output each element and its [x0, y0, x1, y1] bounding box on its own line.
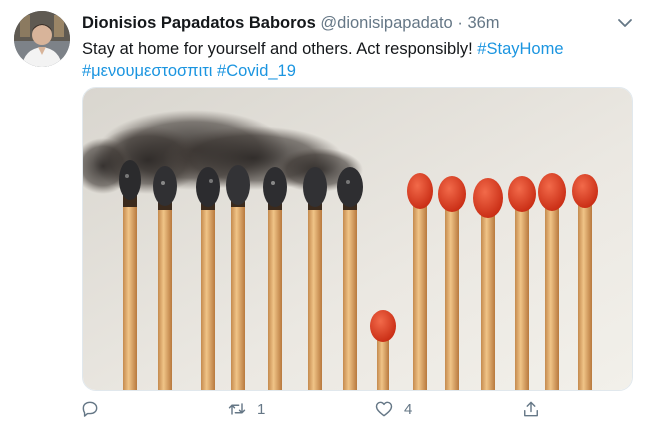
- reply-button[interactable]: [80, 399, 100, 419]
- avatar[interactable]: [14, 11, 70, 67]
- tweet-body: Stay at home for yourself and others. Ac…: [82, 40, 473, 58]
- share-icon: [524, 401, 538, 417]
- display-name[interactable]: Dionisios Papadatos Baboros: [82, 14, 316, 32]
- avatar-photo: [14, 11, 70, 67]
- retweet-button[interactable]: 1: [227, 399, 265, 419]
- hashtag-covid19[interactable]: #Covid_19: [217, 62, 296, 80]
- like-count: 4: [404, 400, 413, 418]
- retweet-icon: [228, 403, 246, 415]
- chevron-down-icon: [618, 19, 632, 27]
- matchsticks-image: [83, 88, 632, 390]
- like-button[interactable]: 4: [374, 399, 412, 419]
- tweet-image[interactable]: [82, 87, 633, 391]
- separator-dot: ·: [457, 14, 463, 32]
- share-button[interactable]: [521, 399, 541, 419]
- tweet-text: Stay at home for yourself and others. Ac…: [82, 38, 622, 82]
- timestamp[interactable]: 36m: [467, 14, 499, 32]
- hashtag-menoumestospiti[interactable]: #μενουμεστοσπιτι: [82, 62, 212, 80]
- heart-icon: [375, 401, 393, 417]
- hashtag-stayhome[interactable]: #StayHome: [477, 40, 563, 58]
- retweet-count: 1: [257, 400, 266, 418]
- user-handle[interactable]: @dionisipapadato: [320, 14, 452, 32]
- tweet-header: Dionisios Papadatos Baboros @dionisipapa…: [82, 14, 500, 33]
- reply-icon: [82, 401, 98, 417]
- more-options-button[interactable]: [614, 12, 636, 34]
- tweet-actions: 1 4: [0, 399, 650, 425]
